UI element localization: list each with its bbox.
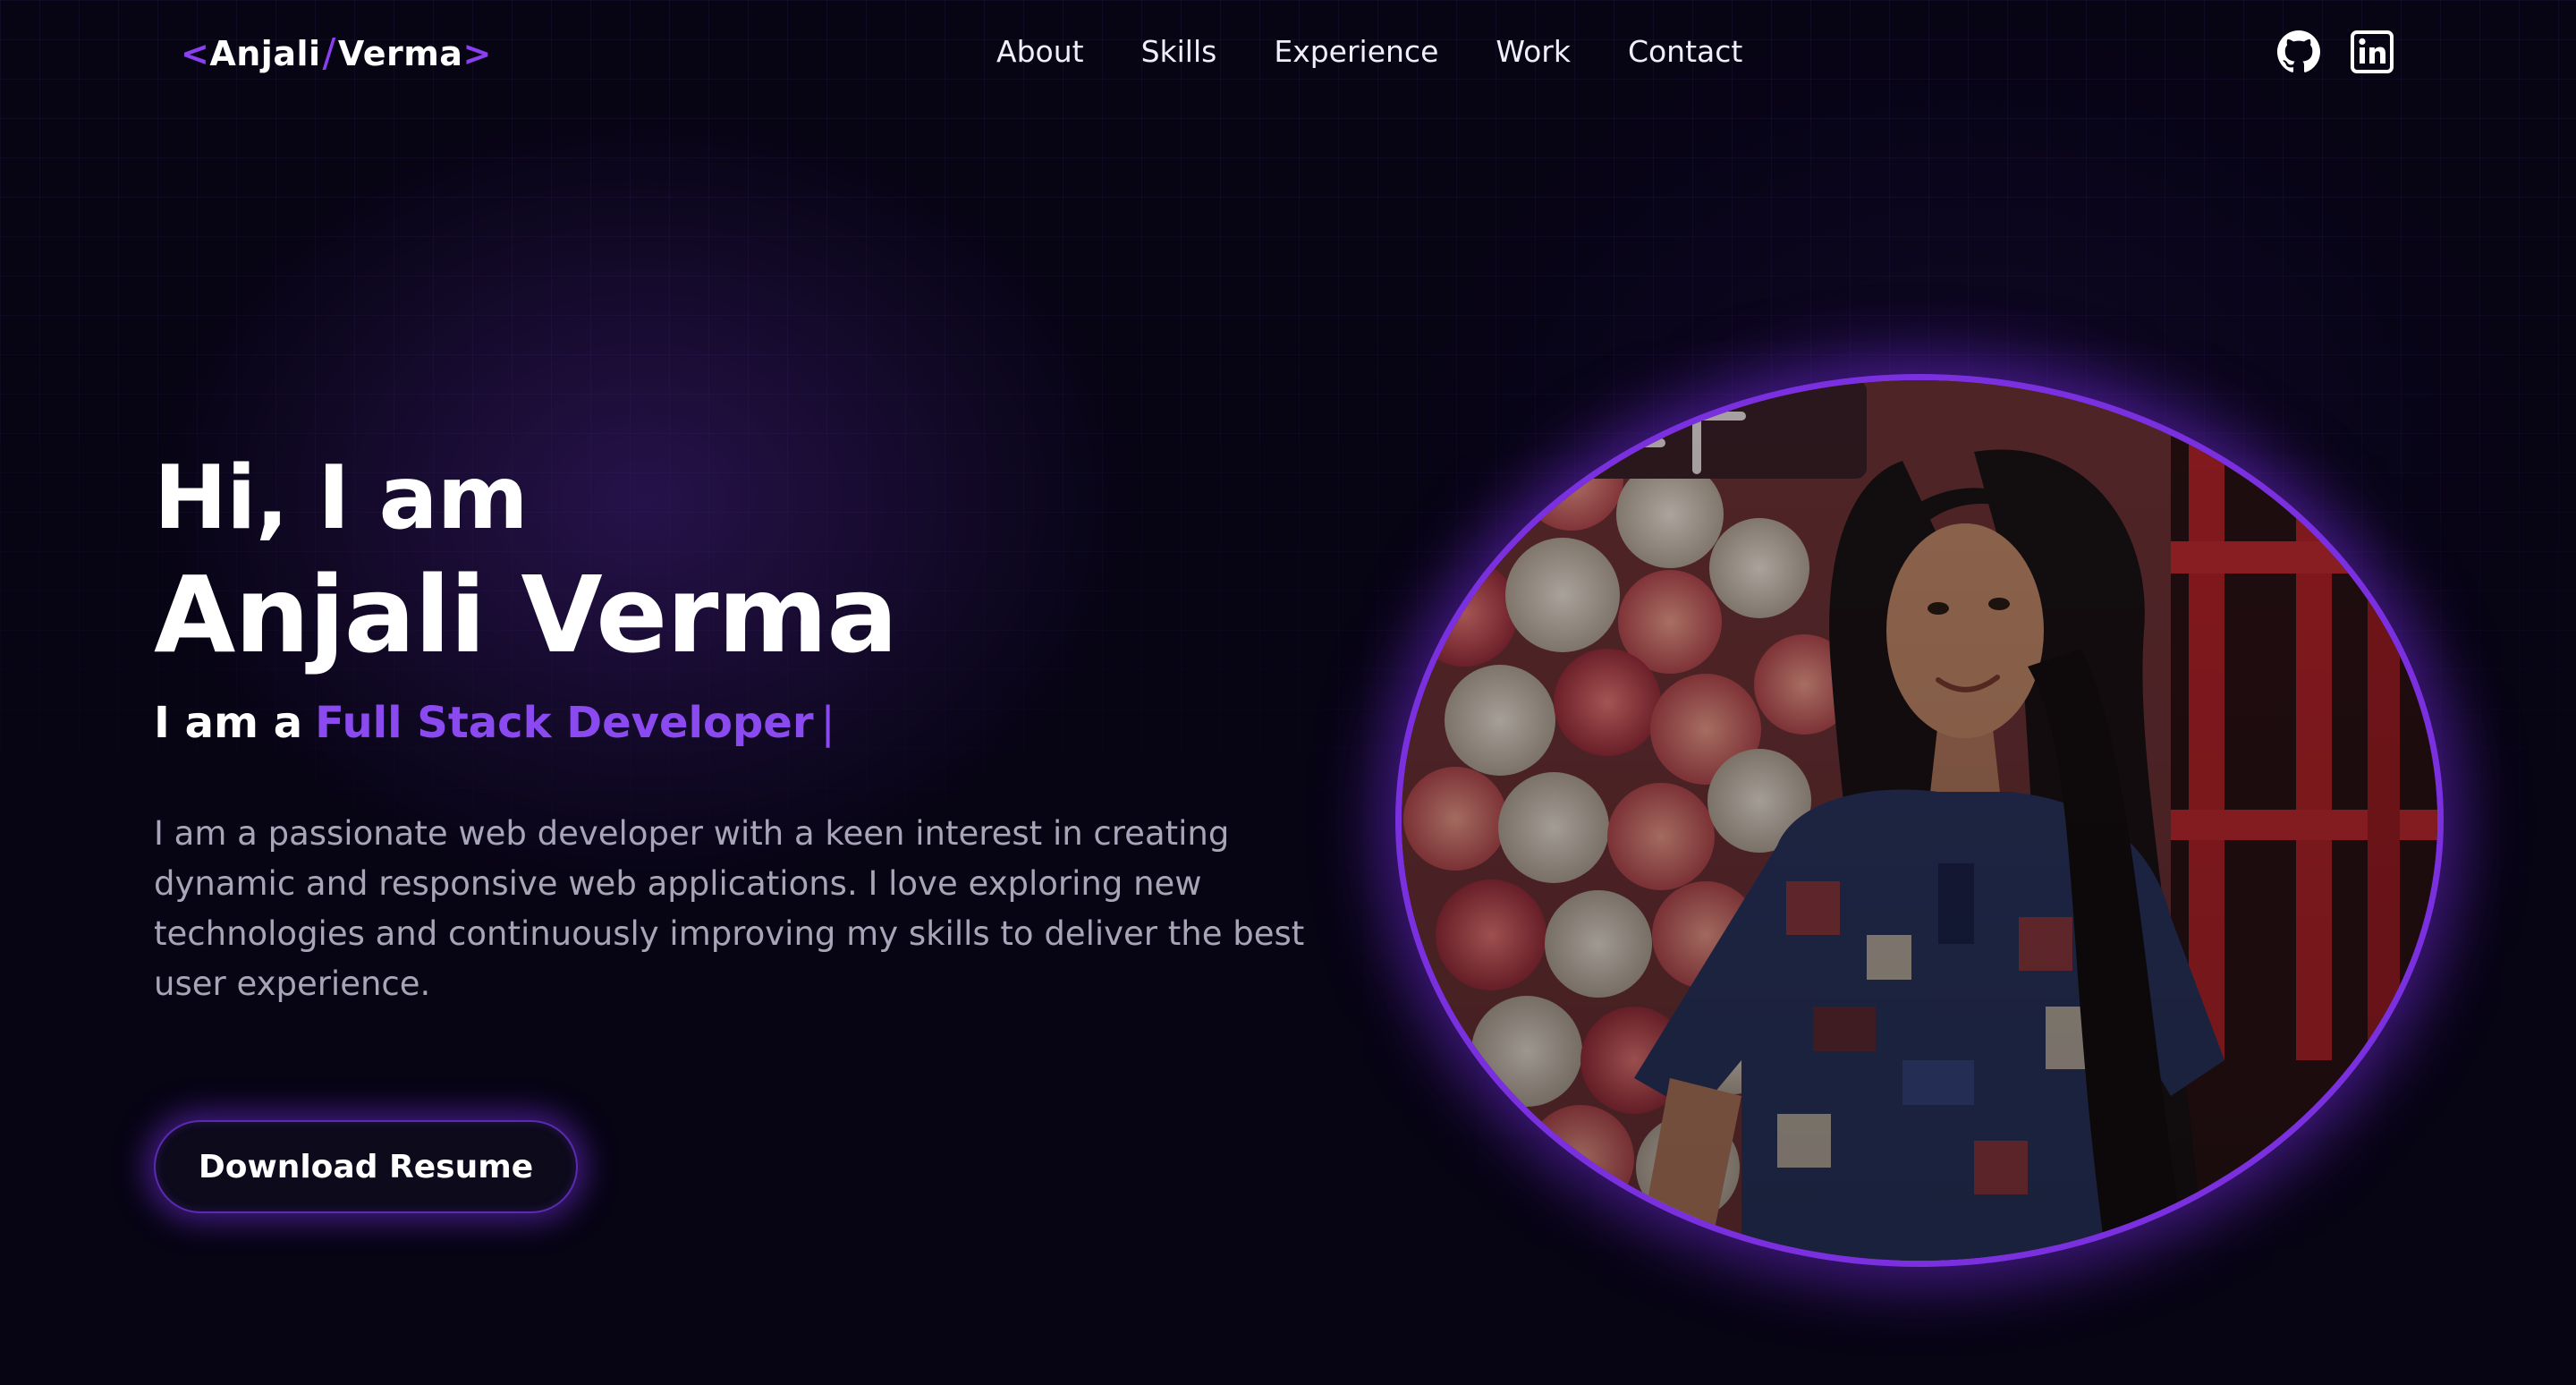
profile-photo xyxy=(1395,374,2444,1267)
nav-links: About Skills Experience Work Contact xyxy=(996,34,1742,69)
download-resume-button[interactable]: Download Resume xyxy=(154,1120,578,1213)
nav-link-contact[interactable]: Contact xyxy=(1628,34,1742,69)
role-prefix: I am a xyxy=(154,698,303,748)
social-links xyxy=(2277,30,2394,73)
github-icon[interactable] xyxy=(2277,30,2320,73)
logo-last-name: Verma xyxy=(337,33,463,73)
role-line: I am a Full Stack Developer | xyxy=(154,700,835,747)
logo-open-bracket: < xyxy=(181,33,210,73)
hero-name: Anjali Verma xyxy=(154,553,898,676)
hero-bio: I am a passionate web developer with a k… xyxy=(154,814,1305,1003)
nav-link-experience[interactable]: Experience xyxy=(1274,34,1438,69)
nav-link-work[interactable]: Work xyxy=(1496,34,1571,69)
nav-link-skills[interactable]: Skills xyxy=(1141,34,1217,69)
hero-greeting: Hi, I am xyxy=(154,447,529,549)
logo-close-bracket: > xyxy=(462,33,492,73)
logo[interactable]: < Anjali / Verma > xyxy=(181,30,492,76)
logo-slash: / xyxy=(322,30,336,76)
typing-cursor: | xyxy=(820,698,835,748)
navbar: < Anjali / Verma > About Skills Experien… xyxy=(0,0,2576,107)
linkedin-icon[interactable] xyxy=(2351,30,2394,73)
logo-first-name: Anjali xyxy=(209,33,321,73)
nav-link-about[interactable]: About xyxy=(996,34,1084,69)
role-typewriter-text: Full Stack Developer xyxy=(315,698,814,748)
